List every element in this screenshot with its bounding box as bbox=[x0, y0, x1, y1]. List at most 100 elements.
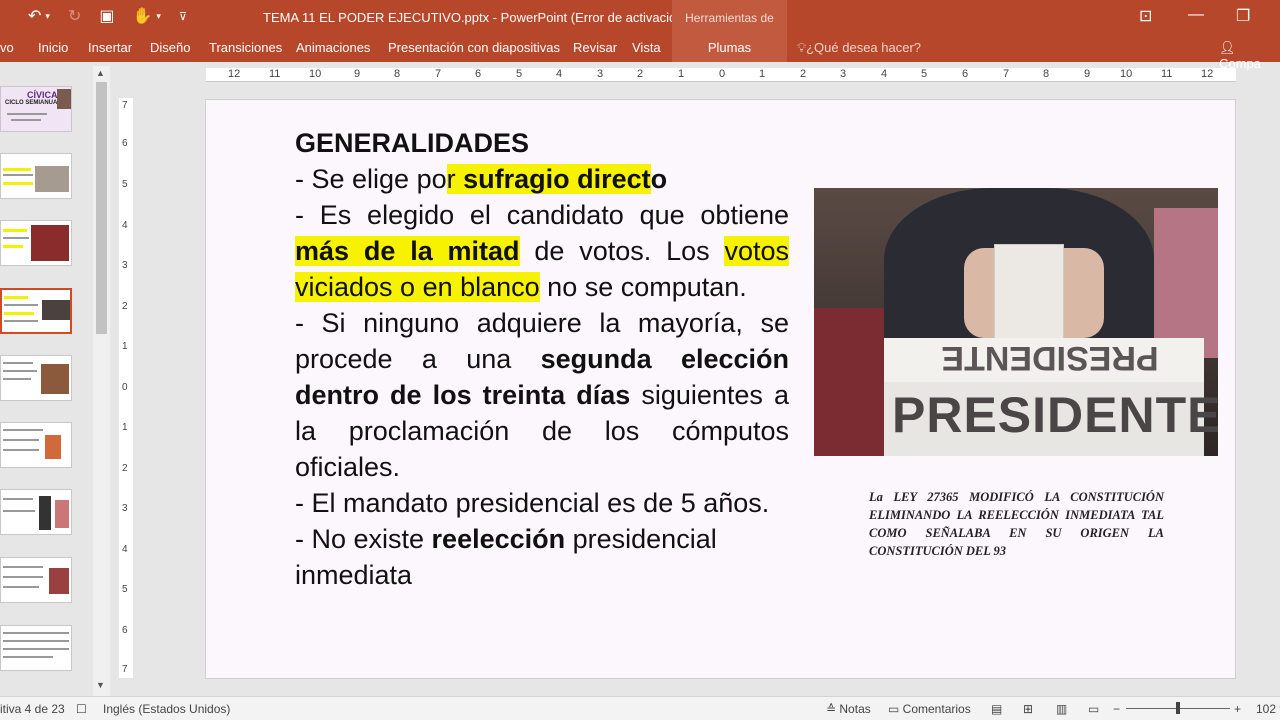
slide-thumbnail-4[interactable] bbox=[0, 288, 72, 334]
redo-icon[interactable]: ↻ bbox=[68, 6, 81, 26]
thumbnail-line bbox=[3, 439, 39, 441]
context-tool-title: Herramientas de lápiz bbox=[672, 0, 787, 61]
highlighted-bold-run: sufragio direct bbox=[463, 164, 651, 194]
thumbnail-line bbox=[3, 648, 69, 650]
ruler-label: 3 bbox=[840, 68, 847, 80]
bullet-mandato: - El mandato presidencial es de 5 años. bbox=[295, 488, 770, 518]
dropdown-arrow-icon[interactable]: ▾ bbox=[156, 11, 161, 22]
spellcheck-icon[interactable]: ☐ bbox=[76, 702, 87, 716]
ruler-label: 1 bbox=[759, 68, 766, 80]
bold-run: reelección bbox=[431, 524, 566, 554]
ribbon-tabs: vo Inicio Insertar Diseño Transiciones A… bbox=[0, 36, 1280, 71]
scroll-down-icon[interactable]: ▼ bbox=[96, 680, 105, 690]
ballot-box-photo[interactable]: PRESIDENTE PRESIDENTE bbox=[814, 188, 1218, 456]
thumbnail-line bbox=[4, 304, 38, 306]
person-icon: 👤︎ bbox=[1219, 40, 1236, 55]
ruler-label: 7 bbox=[122, 664, 128, 675]
slide-thumbnail-7[interactable] bbox=[0, 489, 72, 535]
scroll-up-icon[interactable]: ▲ bbox=[96, 68, 105, 78]
scrollbar-thumb[interactable] bbox=[96, 82, 107, 334]
tab-revisar[interactable]: Revisar bbox=[573, 40, 617, 55]
tab-transiciones[interactable]: Transiciones bbox=[209, 40, 282, 55]
ruler-label: 4 bbox=[881, 68, 888, 80]
photo-ballot bbox=[994, 244, 1064, 344]
slide-thumbnail-8[interactable] bbox=[0, 557, 72, 603]
thumbnail-image bbox=[49, 568, 69, 594]
thumbnail-highlight bbox=[3, 245, 23, 248]
comments-label: Comentarios bbox=[902, 702, 971, 716]
slide-scrollbar[interactable] bbox=[1264, 66, 1280, 696]
ruler-label: 1 bbox=[122, 341, 128, 352]
ruler-label: 5 bbox=[921, 68, 928, 80]
reading-view-icon[interactable]: ▥ bbox=[1056, 702, 1067, 716]
notes-button[interactable]: ≙ Notas bbox=[826, 702, 871, 716]
ruler-label: 4 bbox=[122, 544, 128, 555]
photo-detail bbox=[1154, 208, 1218, 358]
ruler-label: 2 bbox=[122, 463, 128, 474]
undo-icon[interactable]: ↶ bbox=[28, 6, 41, 26]
ruler-label: 1 bbox=[122, 422, 128, 433]
tab-diseno[interactable]: Diseño bbox=[150, 40, 190, 55]
thumbnail-line bbox=[3, 656, 53, 658]
ruler-label: 9 bbox=[354, 68, 361, 80]
slide-thumbnail-3[interactable] bbox=[0, 220, 72, 266]
slide-body-text[interactable]: GENERALIDADES - Se elige por sufragio di… bbox=[295, 125, 789, 593]
tab-presentacion[interactable]: Presentación con diapositivas bbox=[388, 40, 560, 55]
zoom-level[interactable]: 102 % bbox=[1256, 702, 1280, 716]
highlighted-run: r bbox=[446, 164, 464, 194]
tab-archivo[interactable]: vo bbox=[0, 40, 14, 55]
thumbnail-line bbox=[3, 449, 39, 451]
quick-access-toolbar: ↶ ▾ ↻ ▣ ✋ ▾ ⊽ bbox=[20, 6, 187, 26]
slide-thumbnail-2[interactable] bbox=[0, 153, 72, 199]
comments-button[interactable]: ▭ Comentarios bbox=[888, 702, 971, 716]
zoom-in-icon[interactable]: + bbox=[1234, 702, 1241, 716]
zoom-slider-thumb[interactable] bbox=[1176, 702, 1180, 714]
thumbnail-line bbox=[3, 566, 43, 568]
text-run: - Se elige po bbox=[295, 164, 447, 194]
dropdown-arrow-icon[interactable]: ▾ bbox=[45, 11, 50, 22]
tab-plumas[interactable]: Plumas bbox=[672, 36, 787, 62]
slide-thumbnail-6[interactable] bbox=[0, 422, 72, 468]
tell-me-search[interactable]: 💡︎¿Qué desea hacer? bbox=[797, 40, 921, 56]
minimize-icon[interactable]: — bbox=[1188, 6, 1204, 24]
tab-animaciones[interactable]: Animaciones bbox=[296, 40, 370, 55]
presentation-icon[interactable]: ▣ bbox=[99, 6, 114, 26]
normal-view-icon[interactable]: ▤ bbox=[991, 702, 1002, 716]
slide-thumbnail-9[interactable] bbox=[0, 625, 72, 671]
ruler-label: 1 bbox=[678, 68, 685, 80]
zoom-out-icon[interactable]: − bbox=[1113, 702, 1120, 716]
slideshow-icon[interactable]: ▭ bbox=[1088, 702, 1099, 716]
thumbnail-line bbox=[3, 370, 37, 372]
touch-mode-icon[interactable]: ✋ bbox=[132, 6, 152, 26]
customize-qat-icon[interactable]: ⊽ bbox=[179, 10, 187, 23]
language-indicator[interactable]: Inglés (Estados Unidos) bbox=[103, 702, 230, 716]
thumbnail-image bbox=[55, 500, 69, 528]
thumbnail-highlight bbox=[3, 182, 33, 185]
maximize-icon[interactable]: ❐ bbox=[1236, 6, 1250, 26]
ruler-label: 5 bbox=[122, 584, 128, 595]
ruler-label: 6 bbox=[962, 68, 969, 80]
ruler-label: 5 bbox=[122, 179, 128, 190]
text-run: no se computan. bbox=[539, 272, 747, 302]
lightbulb-icon: 💡︎ bbox=[797, 40, 807, 55]
tab-vista[interactable]: Vista bbox=[632, 40, 661, 55]
ruler-label: 2 bbox=[122, 301, 128, 312]
ribbon-display-icon[interactable]: ⊡ bbox=[1139, 6, 1152, 26]
document-title: TEMA 11 EL PODER EJECUTIVO.pptx - PowerP… bbox=[263, 10, 695, 25]
slide-sorter-icon[interactable]: ⊞ bbox=[1023, 702, 1033, 716]
thumbnail-line bbox=[11, 119, 41, 121]
slide-thumbnail-1[interactable]: CÍVICA CICLO SEMIANUAL bbox=[0, 86, 72, 132]
tab-inicio[interactable]: Inicio bbox=[38, 40, 68, 55]
slide-canvas[interactable]: GENERALIDADES - Se elige por sufragio di… bbox=[205, 99, 1236, 679]
thumbnails-scrollbar[interactable]: ▲ ▼ bbox=[93, 66, 110, 696]
thumbnail-image bbox=[57, 89, 71, 109]
slide-thumbnail-5[interactable] bbox=[0, 355, 72, 401]
ruler-label: 5 bbox=[516, 68, 523, 80]
ruler-label: 7 bbox=[1003, 68, 1010, 80]
horizontal-ruler: 12 11 10 9 8 7 6 5 4 3 2 1 0 1 2 3 4 5 6… bbox=[206, 68, 1236, 82]
tab-insertar[interactable]: Insertar bbox=[88, 40, 132, 55]
thumbnail-line bbox=[3, 576, 43, 578]
bullet-mayoria: - Es elegido el candidato que obtiene má… bbox=[295, 197, 789, 305]
thumbnail-line bbox=[3, 378, 31, 380]
title-bar: ↶ ▾ ↻ ▣ ✋ ▾ ⊽ TEMA 11 EL PODER EJECUTIVO… bbox=[0, 0, 1280, 61]
